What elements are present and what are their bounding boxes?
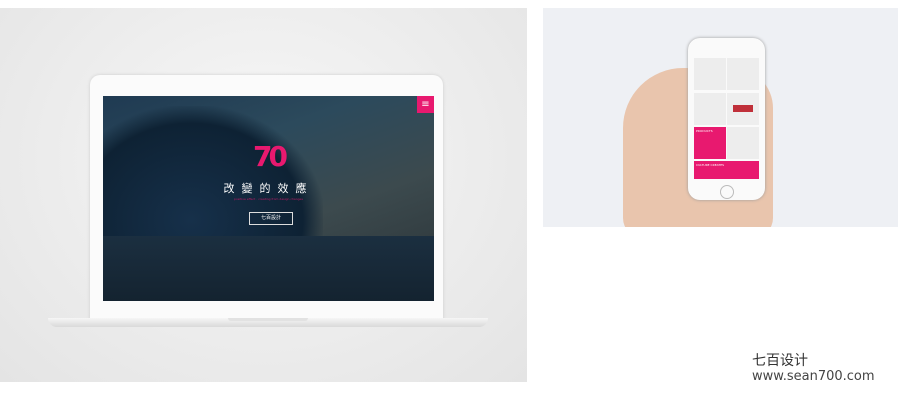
phone-mockup-panel: PRODUCTS CULTURE CREATES	[543, 8, 898, 227]
laptop-screen: ≡ 70 改變的效應 positive effect · creating fr…	[103, 96, 434, 301]
product-tile[interactable]	[727, 58, 759, 90]
watermark-name: 七百设计	[752, 353, 808, 369]
product-tile[interactable]	[694, 58, 726, 90]
hero-button[interactable]: 七百設計	[249, 212, 293, 225]
product-tile[interactable]	[694, 93, 726, 125]
culture-tile[interactable]: CULTURE CREATES	[694, 161, 759, 179]
hero-subtitle: positive effect · creating from design c…	[234, 197, 303, 201]
laptop-notch	[228, 318, 308, 321]
products-tile[interactable]: PRODUCTS	[694, 127, 726, 159]
hamburger-icon[interactable]: ≡	[417, 96, 434, 113]
watermark-url: www.sean700.com	[752, 369, 875, 384]
sea-image	[103, 236, 434, 301]
home-button	[720, 185, 734, 199]
product-tile[interactable]	[727, 127, 759, 159]
logo: 70	[253, 140, 288, 173]
product-tile[interactable]	[727, 93, 759, 125]
hero-title: 改變的效應	[223, 182, 314, 195]
phone: PRODUCTS CULTURE CREATES	[688, 38, 765, 200]
